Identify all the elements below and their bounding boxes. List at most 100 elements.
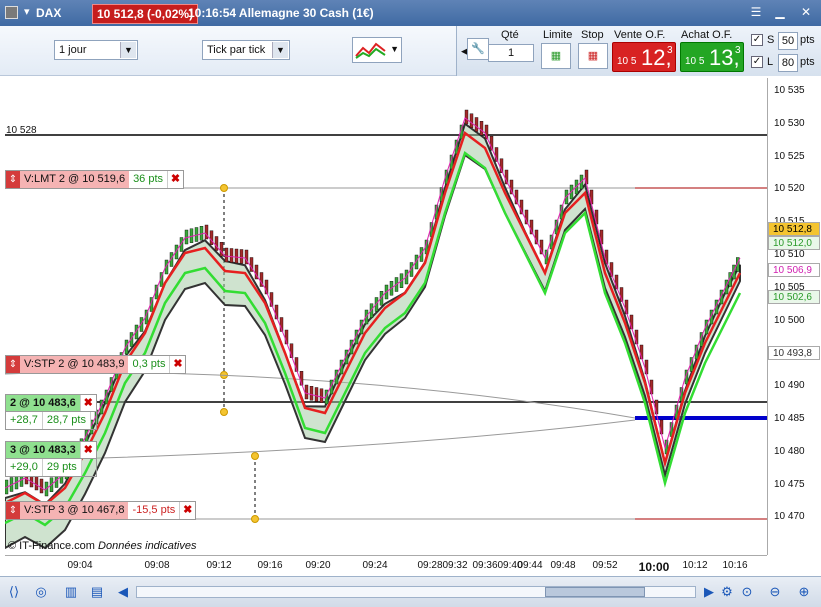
drag-handle-icon[interactable]: ⇕ [6, 502, 20, 519]
qty-label: Qté [501, 29, 519, 41]
instrument-name[interactable]: DAX [36, 6, 61, 20]
time-tick-label: 09:08 [144, 560, 170, 571]
qty-input[interactable]: 1 [488, 44, 534, 62]
position-tag-1[interactable]: 2 @ 10 483,6 ✖ +28,7 28,7 pts [5, 394, 97, 430]
drawing-tools-icon[interactable]: ▤ [88, 583, 106, 601]
period-value: 1 jour [59, 44, 87, 56]
order-tag-stop-1[interactable]: ⇕ V:STP 2 @ 10 483,9 0,3 pts ✖ [5, 355, 187, 374]
zoom-in-icon[interactable]: ⊕ [795, 583, 813, 601]
window-title: 10:16:54 Allemagne 30 Cash (1€) [188, 6, 374, 20]
time-tick-label: 09:12 [206, 560, 232, 571]
chevron-down-icon[interactable]: ▼ [272, 42, 288, 58]
time-tick-label: 09:44 [517, 560, 543, 571]
chart-canvas[interactable] [4, 78, 767, 555]
close-position-icon[interactable]: ✖ [79, 395, 96, 411]
indicator-button[interactable]: ▼ [352, 37, 402, 63]
settings-icon[interactable]: ⚙ [718, 583, 736, 601]
time-tick-label: 09:48 [550, 560, 576, 571]
order-pts: 0,3 pts [128, 356, 170, 373]
chevron-down-icon[interactable]: ▼ [120, 42, 136, 58]
sell-label: Vente O.F. [614, 29, 666, 41]
zoom-out-icon[interactable]: ⊖ [766, 583, 784, 601]
price-candle [304, 384, 309, 400]
order-pts: 36 pts [129, 171, 168, 188]
order-tag-limit[interactable]: ⇕ V:LMT 2 @ 10 519,6 36 pts ✖ [5, 170, 185, 189]
time-tick-label: 09:52 [592, 560, 618, 571]
position-label: 3 @ 10 483,3 [6, 442, 80, 458]
order-anchor [251, 452, 259, 460]
price-candle [239, 249, 244, 264]
tick-mode-select[interactable]: Tick par tick ▼ [202, 40, 290, 60]
last-price-badge: 10 512,8 (-0,02%) [92, 4, 199, 24]
stop-checkbox[interactable]: ✓ [751, 34, 763, 46]
time-tick-label: 09:32 [442, 560, 468, 571]
binoculars-icon[interactable]: ◎ [32, 583, 50, 601]
time-tick-label: 09:20 [305, 560, 331, 571]
time-tick-label: 09:16 [257, 560, 283, 571]
price-tick-label: 10 500 [774, 314, 805, 326]
drag-handle-icon[interactable]: ⇕ [6, 171, 20, 188]
scroll-left-icon[interactable]: ◀ [114, 583, 132, 601]
indicators-icon[interactable]: ▥ [62, 583, 80, 601]
drag-handle-icon[interactable]: ⇕ [6, 356, 20, 373]
minimize-icon[interactable]: ▁ [772, 5, 788, 20]
buy-button[interactable]: 10 5 13, 3 [680, 42, 744, 72]
s-input[interactable]: 50 [778, 32, 798, 50]
tick-mode-value: Tick par tick [207, 44, 266, 56]
chevron-down-icon[interactable]: ▾ [24, 5, 30, 18]
time-axis[interactable]: 09:04 09:08 09:12 09:16 09:20 09:24 09:28 09:32… [5, 555, 767, 575]
zoom-reset-icon[interactable]: ⊙ [738, 583, 756, 601]
price-tick-label: 10 485 [774, 413, 805, 424]
title-bar: ▾ DAX 10 512,8 (-0,02%) 10:16:54 Allemag… [0, 0, 821, 26]
price-candle [589, 189, 594, 205]
price-candle [229, 248, 234, 263]
price-candle [319, 388, 324, 403]
position-tag-2[interactable]: 3 @ 10 483,3 ✖ +29,0 29 pts [5, 441, 97, 477]
credit-source: © IT-Finance.com [8, 540, 95, 552]
s-label: S [767, 34, 775, 46]
l-input[interactable]: 80 [778, 54, 798, 72]
chart-indicator-icon [355, 42, 386, 59]
period-select[interactable]: 1 jour ▼ [54, 40, 138, 60]
order-anchor [220, 184, 228, 192]
buy-price-prefix: 10 5 [685, 56, 705, 67]
order-label: V:STP 2 @ 10 483,9 [20, 356, 129, 373]
chevron-down-icon[interactable]: ▼ [390, 44, 399, 54]
scroll-right-icon[interactable]: ▶ [700, 583, 718, 601]
cancel-order-icon[interactable]: ✖ [179, 502, 196, 519]
l-pts-label: pts [800, 56, 815, 68]
close-position-icon[interactable]: ✖ [79, 442, 96, 458]
cancel-order-icon[interactable]: ✖ [169, 356, 186, 373]
price-marker-badge: 10 493,8 [768, 346, 820, 360]
horizontal-scrollbar[interactable] [136, 586, 696, 598]
price-tick-label: 10 525 [774, 150, 805, 162]
price-tick-label: 10 520 [774, 183, 805, 195]
wrench-icon[interactable]: 🔧 [467, 38, 489, 60]
position-pts: 29 pts [42, 459, 82, 476]
order-anchor [220, 408, 228, 416]
price-candle [654, 399, 659, 415]
menu-icon[interactable]: ☰ [748, 5, 764, 20]
sell-price-decimal: 3 [667, 45, 673, 56]
time-tick-label: 09:28 [417, 560, 443, 571]
time-tick-label: 10:16 [722, 560, 748, 571]
share-icon[interactable]: ⟨⟩ [5, 583, 23, 601]
close-icon[interactable]: ✕ [798, 5, 814, 20]
order-tag-stop-2[interactable]: ⇕ V:STP 3 @ 10 467,8 -15,5 pts ✖ [5, 501, 197, 520]
sell-price-prefix: 10 5 [617, 56, 637, 67]
limit-order-button[interactable]: ▦ [541, 43, 571, 69]
price-candle [474, 117, 479, 132]
time-tick-label: 09:24 [362, 560, 388, 571]
credit-note: Données indicatives [98, 540, 197, 552]
price-chart[interactable] [4, 78, 767, 555]
price-tick-label: 10 475 [774, 478, 805, 490]
sell-button[interactable]: 10 5 12, 3 [612, 42, 676, 72]
price-candle [644, 359, 649, 375]
cancel-order-icon[interactable]: ✖ [167, 171, 184, 188]
time-tick-label: 09:36 [472, 560, 498, 571]
price-axis[interactable]: 10 53510 53010 52510 52010 51510 51010 5… [767, 78, 821, 555]
scrollbar-thumb[interactable] [545, 587, 645, 597]
stop-order-button[interactable]: ▦ [578, 43, 608, 69]
l-label: L [767, 56, 774, 68]
limit-checkbox[interactable]: ✓ [751, 56, 763, 68]
